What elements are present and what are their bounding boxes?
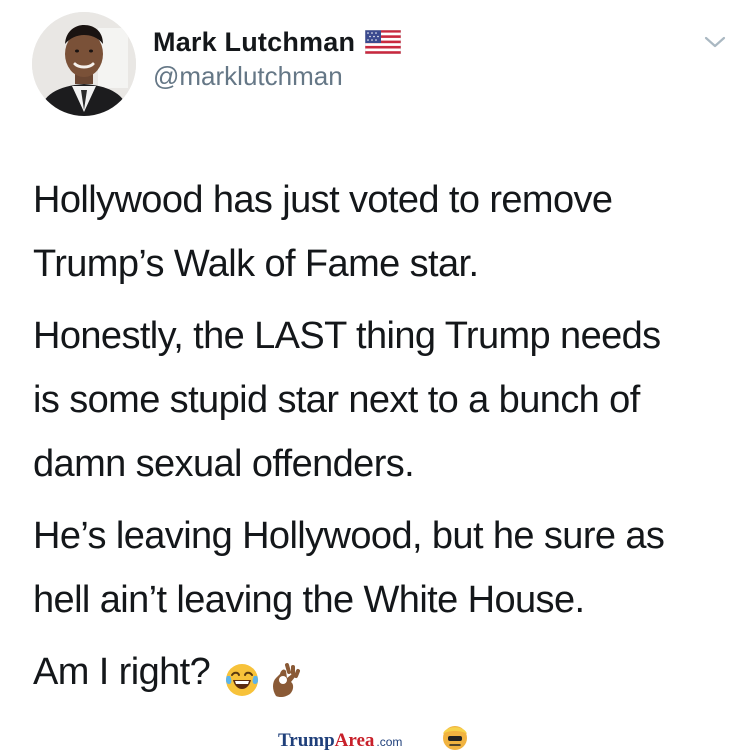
tweet-line: Hollywood has just voted to remove xyxy=(33,179,613,221)
display-name[interactable]: Mark Lutchman xyxy=(153,27,355,58)
tweet-line: Trump’s Walk of Fame star. xyxy=(33,243,479,285)
tweet-paragraph: Am I right? xyxy=(33,640,733,704)
tweet-header: Mark Lutchman @marklutchman xyxy=(153,25,402,92)
avatar-image xyxy=(32,12,136,116)
watermark-area: Area xyxy=(334,730,375,751)
display-name-row: Mark Lutchman xyxy=(153,25,402,59)
tweet-line: He’s leaving Hollywood, but he sure as xyxy=(33,515,665,557)
tweet-paragraph: Honestly, the LAST thing Trump needs is … xyxy=(33,304,733,496)
tweet-paragraph: He’s leaving Hollywood, but he sure as h… xyxy=(33,504,733,632)
watermark: Trump Area .com xyxy=(278,724,402,752)
us-flag-icon xyxy=(364,29,402,55)
watermark-suffix: .com xyxy=(376,735,403,749)
user-handle[interactable]: @marklutchman xyxy=(153,61,401,92)
tweet-text: Hollywood has just voted to remove Trump… xyxy=(33,168,733,712)
ok-hand-icon xyxy=(266,654,302,698)
avatar[interactable] xyxy=(32,12,136,116)
tweet-line: hell ain’t leaving the White House. xyxy=(33,579,585,621)
tweet-line: Honestly, the LAST thing Trump needs xyxy=(33,315,661,357)
chevron-down-icon[interactable] xyxy=(702,32,728,52)
tweet-line: Am I right? xyxy=(33,651,211,693)
watermark-trump: Trump xyxy=(278,730,335,751)
face-with-tears-of-joy-icon xyxy=(224,654,260,696)
trump-face-icon xyxy=(440,723,470,751)
tweet-line: is some stupid star next to a bunch of xyxy=(33,379,640,421)
tweet-line: damn sexual offenders. xyxy=(33,443,415,485)
tweet-paragraph: Hollywood has just voted to remove Trump… xyxy=(33,168,733,296)
tweet-card: Mark Lutchman @marklutchman Hollywood ha… xyxy=(0,0,740,751)
